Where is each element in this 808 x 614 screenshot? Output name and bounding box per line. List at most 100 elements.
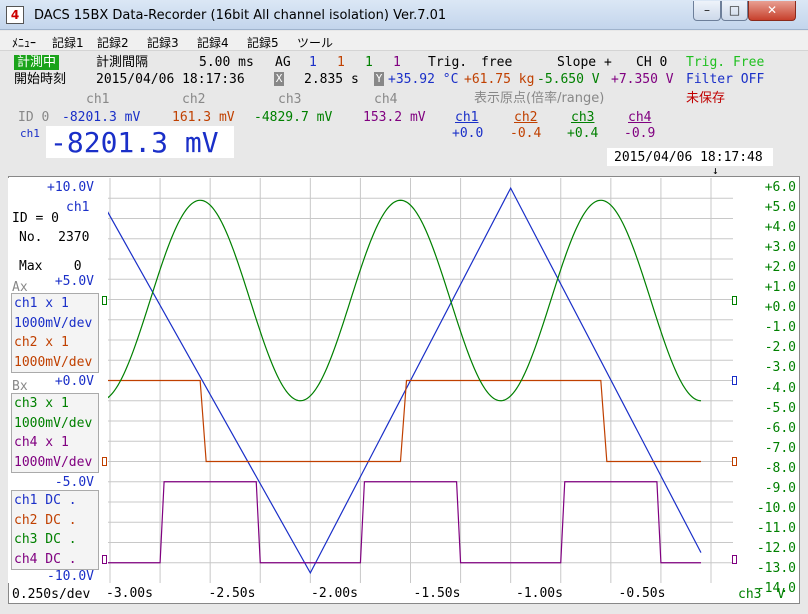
left-axis-channel: ch1	[66, 200, 90, 215]
id-label: ID 0	[18, 110, 50, 125]
ch3-gain: ch3 x 1	[14, 396, 69, 411]
right-axis-tick: -3.0	[764, 360, 796, 376]
interval-label: 計測間隔	[96, 55, 149, 70]
menu-item-tools[interactable]: ツール	[297, 34, 333, 51]
x-axis-tick-label: -2.50s	[208, 586, 256, 601]
start-time-value: 2015/04/06 18:17:36	[96, 72, 245, 87]
ch1-origin-marker-right[interactable]	[732, 376, 737, 385]
minus5-value: -5.0V	[54, 475, 94, 490]
ch3-origin-marker-left[interactable]	[102, 296, 107, 305]
right-axis-tick: -7.0	[764, 440, 796, 456]
header-ch3: ch3	[278, 92, 302, 107]
close-icon: ✕	[766, 3, 778, 17]
scale-box-a[interactable]: ch1 x 1 1000mV/dev ch2 x 1 1000mV/dev	[11, 293, 99, 373]
right-axis-tick: -1.0	[764, 320, 796, 336]
maximize-icon: □	[728, 3, 741, 17]
ch3-coupling: ch3 DC .	[14, 532, 77, 547]
ch3-origin-marker-right[interactable]	[732, 296, 737, 305]
right-axis-tick: +2.0	[764, 260, 796, 276]
origin-header-ch1: ch1	[455, 110, 479, 125]
right-axis-tick: +0.0	[764, 300, 796, 316]
x-axis-tick-label: -2.00s	[311, 586, 358, 601]
x-axis-tick-label: -1.00s	[516, 586, 563, 601]
reading-ch2: +61.75 kg	[464, 72, 535, 87]
x-axis-tick-label: -1.50s	[413, 586, 461, 601]
value-ch2: 161.3 mV	[172, 110, 235, 125]
origin-ch3[interactable]: +0.4	[567, 127, 598, 140]
reading-ch3: -5.650 V	[537, 72, 600, 87]
right-axis-tick: -10.0	[756, 500, 796, 516]
header-ch1: ch1	[86, 92, 110, 107]
value-ch1: -8201.3 mV	[62, 110, 141, 125]
right-axis-tick: +4.0	[764, 220, 796, 236]
maximize-button[interactable]: □	[721, 1, 748, 21]
interval-value: 5.00 ms	[199, 55, 254, 70]
unsaved-indicator: 未保存	[686, 91, 726, 106]
origin-header-ch3: ch3	[571, 110, 595, 125]
x-axis-tick-label: -3.00s	[106, 586, 153, 601]
title-bar: 4 DACS 15BX Data-Recorder (16bit All cha…	[0, 0, 808, 30]
right-axis-tick: -9.0	[764, 480, 796, 496]
left-axis-bottom-value: -10.0V	[47, 569, 94, 584]
ch2-range: 1000mV/dev	[14, 354, 93, 370]
origin-ch2[interactable]: -0.4	[510, 127, 541, 140]
right-axis-tick: -6.0	[764, 420, 796, 436]
ch2-origin-marker-left[interactable]	[102, 457, 107, 466]
slope-label: Slope +	[557, 55, 612, 70]
ch4-origin-marker-left[interactable]	[102, 555, 107, 564]
x-cursor-icon: X	[274, 72, 284, 86]
menu-bar: ﾒﾆｭｰ 記録1 記録2 記録3 記録4 記録5 ツール	[0, 31, 808, 51]
close-button[interactable]: ✕	[748, 1, 796, 21]
time-scale[interactable]: 0.250s/dev	[12, 588, 90, 601]
window-title: DACS 15BX Data-Recorder (16bit All chann…	[34, 8, 447, 23]
trig-label: Trig.	[428, 55, 468, 70]
ch4-range: 1000mV/dev	[14, 454, 93, 470]
recording-status-badge: 計測中	[14, 55, 60, 70]
ag-ch4: 1	[393, 55, 401, 70]
right-axis-tick: +6.0	[764, 180, 796, 195]
right-axis-tick: -8.0	[764, 460, 796, 476]
trig-value: free	[481, 55, 513, 70]
record-max: Max 0	[19, 259, 82, 274]
origin-header-ch2: ch2	[514, 110, 538, 125]
ch1-range: 1000mV/dev	[14, 315, 93, 331]
ch3-range: 1000mV/dev	[14, 415, 93, 431]
menu-item-record2[interactable]: 記録2	[97, 34, 129, 51]
menu-item-record5[interactable]: 記録5	[247, 34, 279, 51]
right-axis-tick: -11.0	[756, 520, 796, 536]
coupling-box[interactable]: ch1 DC . ch2 DC . ch3 DC . ch4 DC .	[11, 490, 99, 570]
big-channel-label: ch1	[20, 127, 40, 140]
menu-item-menu[interactable]: ﾒﾆｭｰ	[12, 34, 36, 51]
ch2-coupling: ch2 DC .	[14, 512, 77, 528]
bx-value: +0.0V	[54, 374, 94, 389]
header-ch2: ch2	[182, 92, 206, 107]
time-cursor-marker-icon: ↓	[712, 164, 719, 177]
start-time-label: 開始時刻	[14, 72, 67, 87]
origin-ch1[interactable]: +0.0	[452, 127, 483, 140]
ch2-gain: ch2 x 1	[14, 335, 69, 350]
ag-ch1: 1	[309, 55, 317, 70]
origin-scale-label: 表示原点(倍率/range)	[474, 91, 605, 106]
bx-label: Bx	[12, 379, 28, 394]
ch1-gain: ch1 x 1	[14, 296, 69, 311]
scale-box-b[interactable]: ch3 x 1 1000mV/dev ch4 x 1 1000mV/dev	[11, 393, 99, 473]
ch2-origin-marker-right[interactable]	[732, 457, 737, 466]
origin-ch4[interactable]: -0.9	[624, 127, 655, 140]
right-axis-tick: +1.0	[764, 280, 796, 296]
x-axis-tick-label: -0.50s	[618, 586, 666, 601]
ch4-coupling: ch4 DC .	[14, 551, 77, 567]
ax-value: +5.0V	[54, 274, 94, 289]
menu-item-record1[interactable]: 記録1	[52, 34, 84, 51]
left-axis-top-value: +10.0V	[47, 180, 94, 195]
header-ch4: ch4	[374, 92, 398, 107]
ch4-origin-marker-right[interactable]	[732, 555, 737, 564]
right-axis-tick: -4.0	[764, 380, 796, 396]
big-value-display: -8201.3 mV	[50, 126, 219, 159]
right-axis-channel-label[interactable]: ch3 V	[738, 588, 785, 601]
menu-item-record4[interactable]: 記録4	[197, 34, 229, 51]
menu-item-record3[interactable]: 記録3	[147, 34, 179, 51]
waveform-plot[interactable]	[108, 178, 733, 583]
minimize-button[interactable]: –	[693, 1, 721, 21]
ch4-gain: ch4 x 1	[14, 435, 69, 450]
record-number: No. 2370	[19, 230, 90, 245]
